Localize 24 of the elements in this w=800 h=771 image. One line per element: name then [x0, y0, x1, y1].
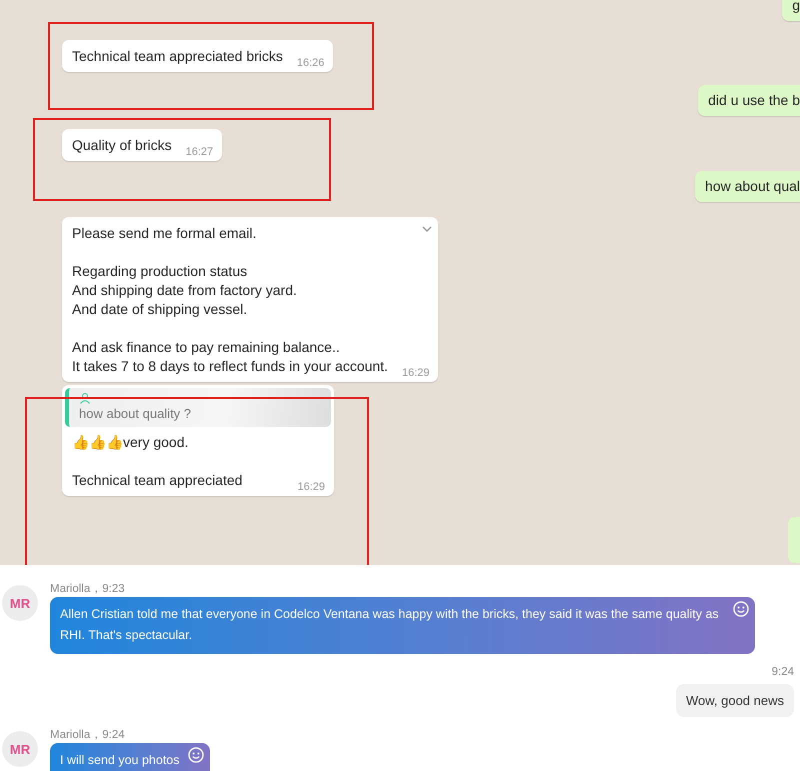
quoted-message[interactable]: how about quality ?: [65, 388, 331, 427]
message-time: 16:26: [296, 57, 324, 69]
message-text: I will send you photos: [60, 753, 180, 767]
message-text: did u use the b: [708, 92, 800, 108]
message-time: 16:27: [186, 146, 214, 158]
quoted-text: how about quality ?: [79, 406, 192, 421]
message-text: 👍👍👍very good. Technical team appreciated: [72, 433, 242, 490]
message-bubble: [788, 517, 800, 563]
message-text: Wow, good news: [686, 693, 784, 708]
message-text: Please send me formal email. Regarding production status And shipping date from factory yard. And date of shipping vessel. And ask finance to pay remaining balance.. It takes 7 to 8 days to reflect funds in your account.: [72, 224, 388, 376]
message-time: 16:29: [297, 481, 325, 493]
chevron-icon[interactable]: [422, 225, 432, 233]
message-time: 16:29: [402, 367, 430, 379]
message-text: g: [792, 0, 800, 13]
message-text: Technical team appreciated bricks: [72, 47, 283, 66]
message-text: Allen Cristian told me that everyone in Codelco Ventana was happy with the bricks, they said it was the same quality as RHI. That's spectacular.: [60, 607, 719, 642]
message-time: 9:24: [772, 666, 794, 678]
smiley-icon[interactable]: [733, 601, 749, 617]
avatar[interactable]: MR: [2, 585, 38, 621]
person-icon: [79, 392, 91, 404]
sender-time: Mariolla，9:23: [50, 582, 125, 596]
sender-time: Mariolla，9:24: [50, 728, 125, 742]
message-text: how about qual: [705, 178, 800, 194]
message-text: Quality of bricks: [72, 136, 172, 155]
